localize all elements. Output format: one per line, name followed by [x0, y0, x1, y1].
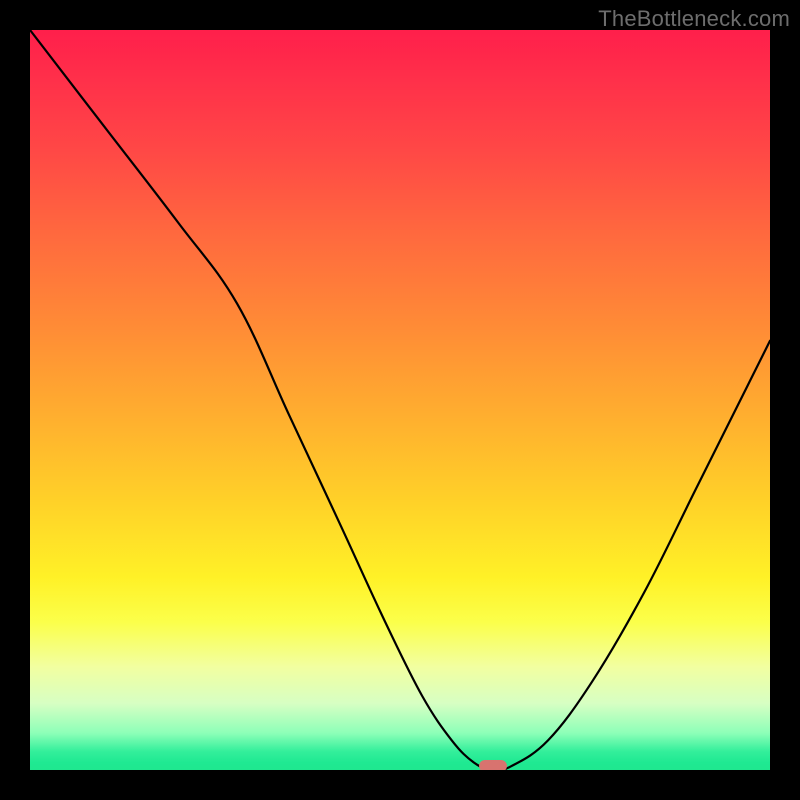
watermark-text: TheBottleneck.com: [598, 6, 790, 32]
bottleneck-curve-svg: [30, 30, 770, 770]
chart-frame: TheBottleneck.com: [0, 0, 800, 800]
bottleneck-curve-path: [30, 30, 770, 770]
plot-area: [30, 30, 770, 770]
optimal-point-marker: [479, 760, 507, 770]
